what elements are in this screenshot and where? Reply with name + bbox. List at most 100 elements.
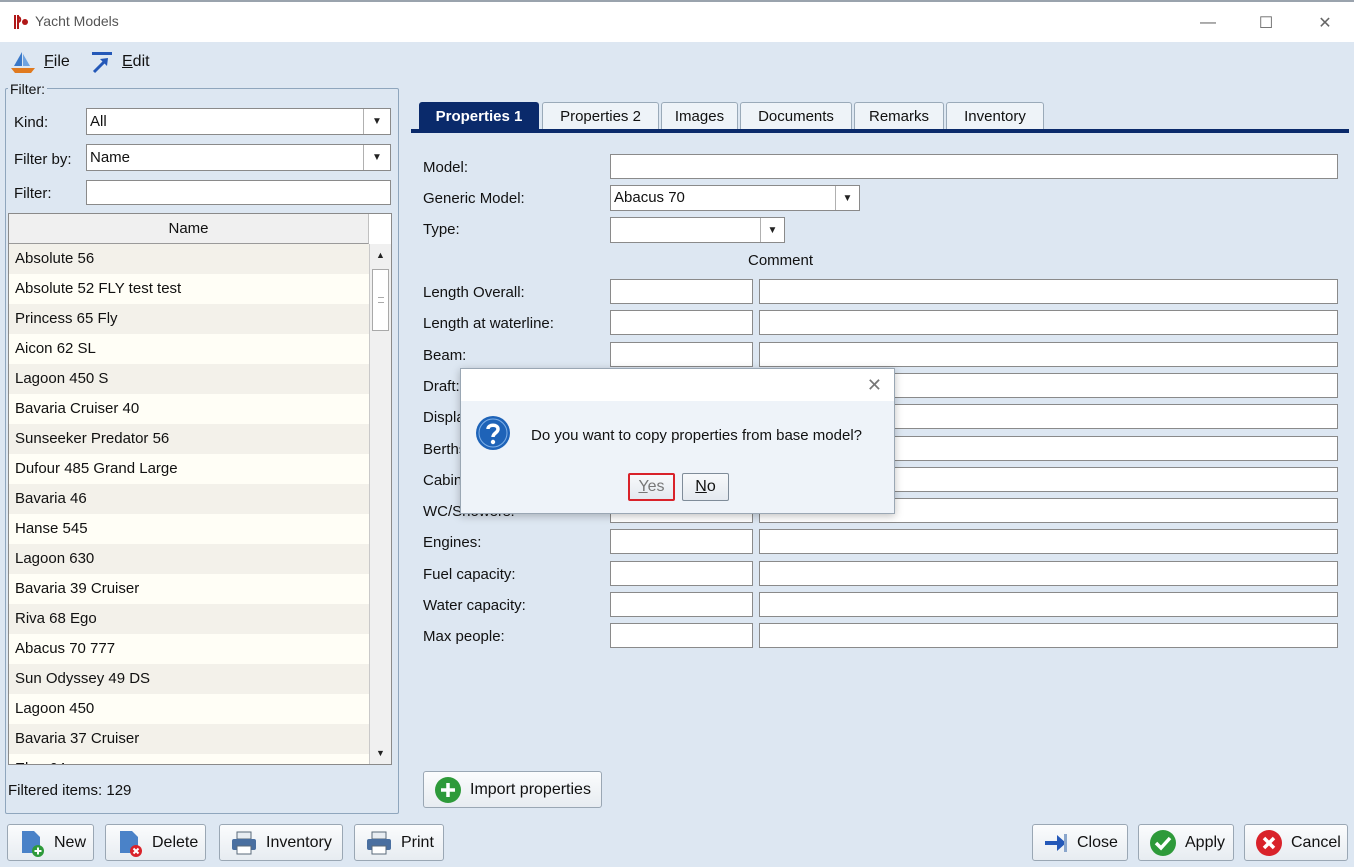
chevron-down-icon[interactable]: ▼ [760, 218, 784, 242]
property-value-input[interactable] [610, 279, 753, 304]
table-row[interactable]: Bavaria 37 Cruiser [9, 724, 369, 754]
property-value-input[interactable] [610, 529, 753, 555]
grip-icon [378, 297, 384, 303]
property-label: Max people: [423, 628, 505, 646]
scroll-up-icon[interactable]: ▲ [370, 244, 391, 266]
plus-circle-icon [435, 776, 461, 803]
table-row[interactable]: Elan 64 [9, 754, 369, 764]
tab-properties-1[interactable]: Properties 1 [419, 102, 539, 130]
menu-file-label: File [44, 53, 70, 70]
app-logo-icon [14, 15, 28, 29]
property-label: Draft: [423, 377, 460, 395]
dialog-no-button[interactable]: No [682, 473, 729, 501]
filter-by-label: Filter by: [14, 151, 72, 168]
import-properties-button[interactable]: Import properties [423, 771, 602, 808]
table-row[interactable]: Bavaria 46 [9, 484, 369, 514]
property-comment-input[interactable] [759, 560, 1338, 586]
edit-arrow-icon [92, 52, 112, 74]
tab-images[interactable]: Images [661, 102, 738, 130]
property-value-input[interactable] [610, 623, 753, 649]
print-button[interactable]: Print [354, 824, 444, 861]
table-row[interactable]: Sunseeker Predator 56 [9, 424, 369, 454]
delete-document-icon [120, 830, 142, 857]
table-row[interactable]: Sun Odyssey 49 DS [9, 664, 369, 694]
menu-file[interactable]: File [10, 49, 70, 75]
table-row[interactable]: Lagoon 450 S [9, 364, 369, 394]
property-value-input[interactable] [610, 310, 753, 336]
minimize-button[interactable]: — [1185, 8, 1231, 38]
generic-model-select[interactable]: Abacus 70 ▼ [610, 185, 860, 211]
property-label: Fuel capacity: [423, 565, 516, 583]
close-window-button[interactable]: ✕ [1302, 8, 1348, 38]
filter-by-select[interactable]: Name ▼ [86, 144, 391, 171]
inventory-button-label: Inventory [266, 833, 332, 851]
table-row[interactable]: Bavaria 39 Cruiser [9, 574, 369, 604]
dialog-yes-button[interactable]: Yes [628, 473, 675, 501]
delete-button[interactable]: Delete [105, 824, 206, 861]
table-row[interactable]: Princess 65 Fly [9, 304, 369, 334]
apply-button[interactable]: Apply [1138, 824, 1234, 861]
tab-properties-2[interactable]: Properties 2 [542, 102, 659, 130]
menu-bar: File Edit [0, 42, 1354, 80]
table-row[interactable]: Riva 68 Ego [9, 604, 369, 634]
filter-text-input[interactable] [86, 180, 391, 205]
question-icon [476, 416, 510, 450]
property-comment-input[interactable] [759, 279, 1338, 304]
cancel-button[interactable]: Cancel [1244, 824, 1348, 861]
window-title: Yacht Models [35, 13, 119, 29]
property-value-input[interactable] [610, 592, 753, 617]
vertical-scrollbar[interactable]: ▲ ▼ [369, 244, 391, 764]
property-value-input[interactable] [610, 560, 753, 586]
property-comment-input[interactable] [759, 310, 1338, 336]
new-document-icon [22, 830, 44, 857]
scroll-thumb[interactable] [372, 269, 389, 331]
copy-properties-dialog: ✕ Do you want to copy properties from ba… [460, 368, 895, 514]
maximize-button[interactable]: ☐ [1243, 8, 1289, 38]
property-comment-input[interactable] [759, 529, 1338, 555]
model-input[interactable] [610, 154, 1338, 179]
printer-icon [232, 831, 256, 854]
kind-select-value: All [90, 113, 107, 130]
table-row[interactable]: Lagoon 630 [9, 544, 369, 574]
property-value-input[interactable] [610, 341, 753, 367]
property-comment-input[interactable] [759, 592, 1338, 617]
table-header-name[interactable]: Name [9, 214, 369, 244]
filter-group-legend: Filter: [8, 81, 47, 97]
table-row[interactable]: Absolute 56 [9, 244, 369, 274]
type-select[interactable]: ▼ [610, 217, 785, 243]
apply-button-label: Apply [1185, 833, 1226, 851]
cancel-circle-icon [1256, 829, 1282, 856]
property-comment-input[interactable] [759, 341, 1338, 367]
filtered-items-count: Filtered items: 129 [8, 782, 132, 799]
chevron-down-icon[interactable]: ▼ [363, 145, 390, 170]
tab-remarks[interactable]: Remarks [854, 102, 944, 130]
property-label: Length Overall: [423, 284, 525, 301]
property-comment-input[interactable] [759, 623, 1338, 649]
close-button[interactable]: Close [1032, 824, 1128, 861]
table-row[interactable]: Dufour 485 Grand Large [9, 454, 369, 484]
dialog-no-label: No [695, 478, 716, 495]
chevron-down-icon[interactable]: ▼ [363, 109, 390, 134]
table-row[interactable]: Hanse 545 [9, 514, 369, 544]
kind-select[interactable]: All ▼ [86, 108, 391, 135]
inventory-button[interactable]: Inventory [219, 824, 343, 861]
models-table: Name Absolute 56 Absolute 52 FLY test tes… [8, 213, 392, 765]
table-row[interactable]: Bavaria Cruiser 40 [9, 394, 369, 424]
dialog-close-icon[interactable]: ✕ [867, 375, 882, 396]
menu-edit[interactable]: Edit [90, 49, 150, 75]
tab-inventory[interactable]: Inventory [946, 102, 1044, 130]
table-row[interactable]: Abacus 70 777 [9, 634, 369, 664]
printer-icon [367, 831, 391, 854]
new-button[interactable]: New [7, 824, 94, 861]
property-label: Length at waterline: [423, 315, 554, 333]
check-circle-icon [1150, 829, 1176, 856]
chevron-down-icon[interactable]: ▼ [835, 186, 859, 210]
table-row[interactable]: Absolute 52 FLY test test [9, 274, 369, 304]
table-row[interactable]: Lagoon 450 [9, 694, 369, 724]
scroll-down-icon[interactable]: ▼ [370, 742, 391, 764]
dialog-message: Do you want to copy properties from base… [531, 427, 863, 444]
minimize-icon: — [1200, 14, 1216, 31]
table-row[interactable]: Aicon 62 SL [9, 334, 369, 364]
tab-documents[interactable]: Documents [740, 102, 852, 130]
close-icon: ✕ [1318, 15, 1332, 32]
